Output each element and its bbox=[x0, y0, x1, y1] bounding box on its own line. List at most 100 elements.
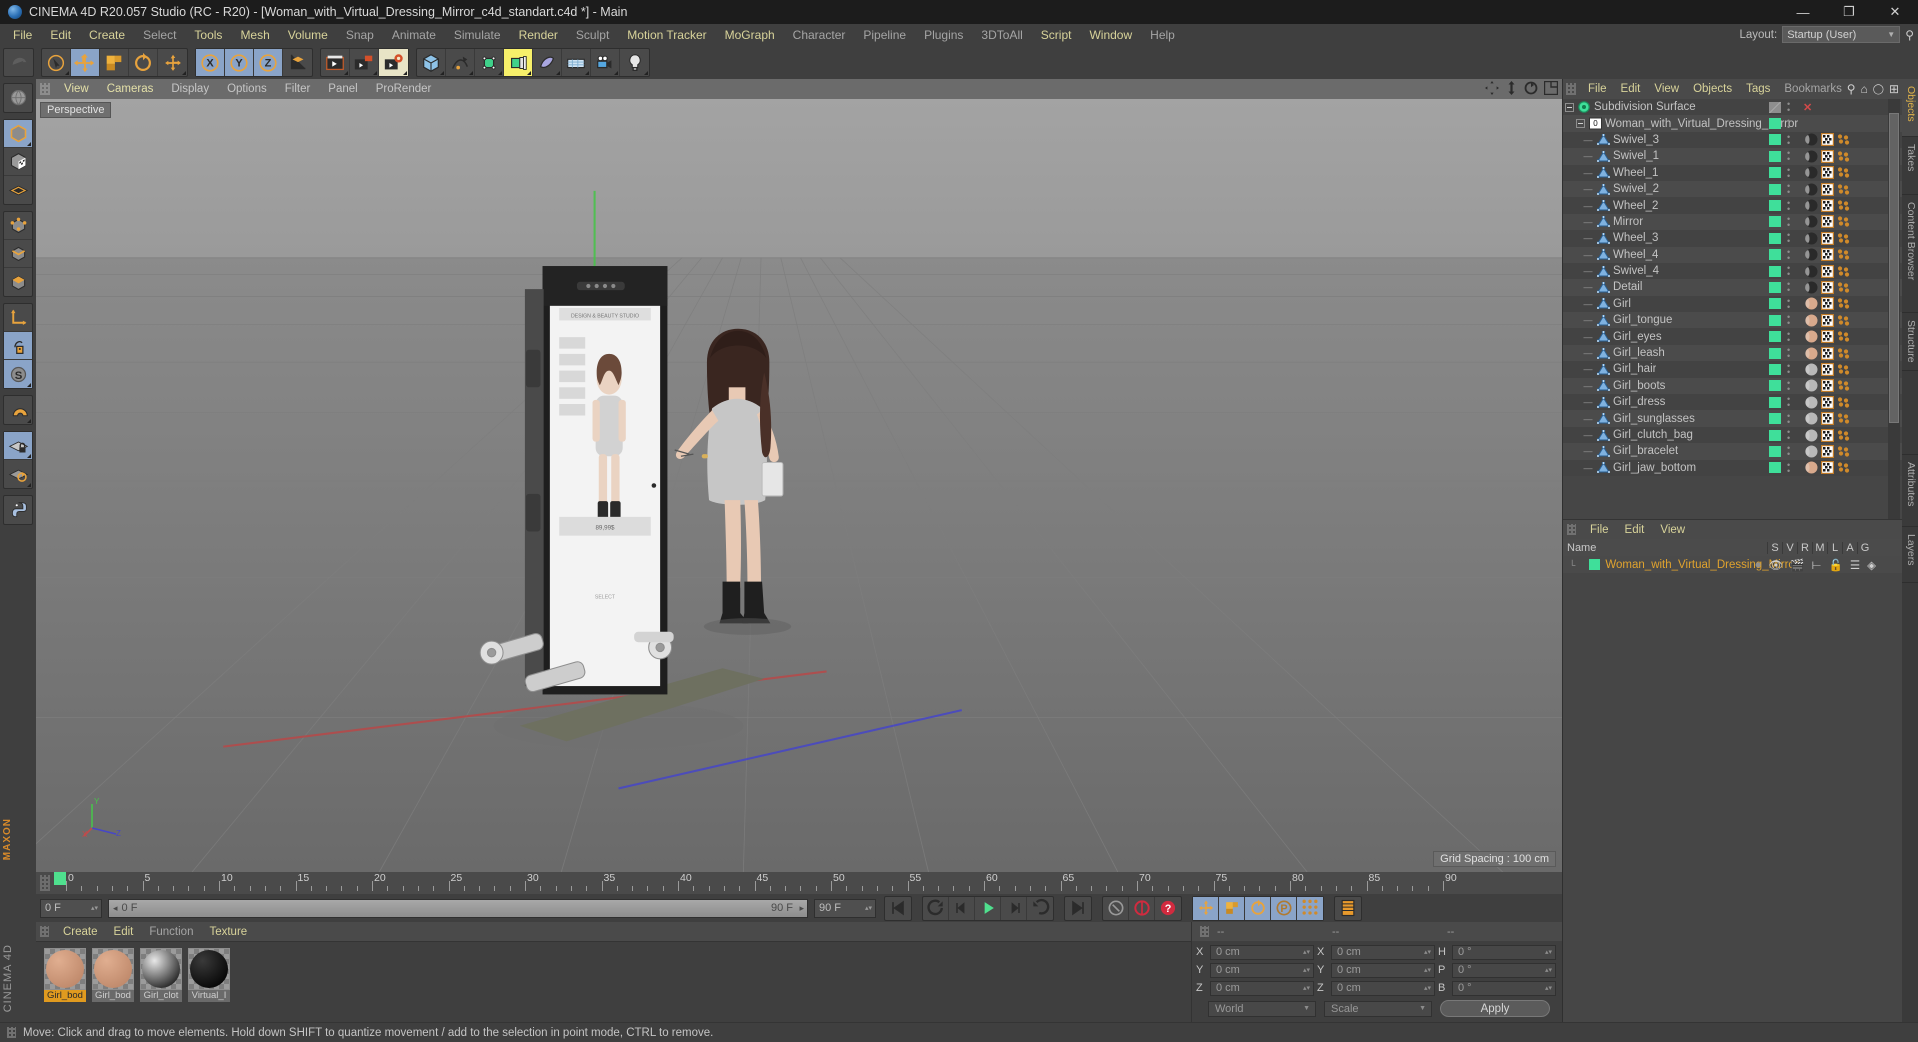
next-key-button[interactable] bbox=[1027, 897, 1053, 920]
axis-z-button[interactable]: Z bbox=[254, 49, 283, 76]
object-menu-objects[interactable]: Objects bbox=[1686, 83, 1739, 95]
object-row[interactable]: — Girl_clutch_bag • • bbox=[1563, 426, 1902, 444]
uvw-tag-icon[interactable] bbox=[1821, 297, 1834, 311]
light-button[interactable] bbox=[620, 49, 649, 76]
stepper-icon[interactable]: ▴▾ bbox=[1424, 949, 1431, 956]
visibility-dots-icon[interactable]: • • bbox=[1787, 411, 1790, 426]
object-row[interactable]: — Wheel_4 • • bbox=[1563, 246, 1902, 263]
layer-row[interactable]: └ Woman_with_Virtual_Dressing_Mirror ● 👁… bbox=[1563, 556, 1902, 573]
selection-tag-icon[interactable] bbox=[1837, 297, 1850, 310]
visibility-dots-icon[interactable]: • • bbox=[1787, 296, 1790, 311]
visibility-dots-icon[interactable]: • • bbox=[1787, 264, 1790, 279]
layer-list-body[interactable] bbox=[1563, 573, 1902, 1042]
object-menu-edit[interactable]: Edit bbox=[1614, 83, 1648, 95]
layer-column-R[interactable]: R bbox=[1797, 541, 1812, 554]
material-tag-icon[interactable] bbox=[1805, 314, 1818, 327]
material-tag-icon[interactable] bbox=[1805, 461, 1818, 474]
axis-x-button[interactable]: X bbox=[196, 49, 225, 76]
object-row[interactable]: — Girl_leash • • bbox=[1563, 344, 1902, 362]
key-parameter-button[interactable]: P bbox=[1271, 896, 1297, 920]
render-view-button[interactable] bbox=[321, 49, 350, 76]
menu-item-script[interactable]: Script bbox=[1032, 24, 1081, 46]
side-tab-objects[interactable]: Objects bbox=[1902, 79, 1918, 137]
object-row[interactable]: — Girl_jaw_bottom • • bbox=[1563, 459, 1902, 476]
object-row[interactable]: — Detail • • bbox=[1563, 279, 1902, 296]
stepper-icon[interactable]: ▴▾ bbox=[1424, 985, 1431, 992]
layer-color-indicator[interactable] bbox=[1769, 347, 1781, 359]
scale-tool-button[interactable] bbox=[100, 49, 129, 76]
search-icon[interactable]: ⚲ bbox=[1847, 82, 1856, 96]
object-row[interactable]: — Girl_boots • • bbox=[1563, 377, 1902, 395]
object-row[interactable]: — Girl • • bbox=[1563, 295, 1902, 313]
expand-collapse-toggle[interactable] bbox=[1565, 102, 1574, 112]
layer-color-indicator[interactable] bbox=[1769, 445, 1781, 457]
stepper-icon[interactable]: ▴▾ bbox=[1545, 949, 1552, 956]
camera-button[interactable] bbox=[591, 49, 620, 76]
move-tool-button[interactable] bbox=[71, 49, 100, 76]
rotate-tool-button[interactable] bbox=[129, 49, 158, 76]
object-row[interactable]: — Wheel_2 • • bbox=[1563, 197, 1902, 214]
selection-tag-icon[interactable] bbox=[1837, 330, 1850, 343]
object-row[interactable]: — Wheel_3 • • bbox=[1563, 230, 1902, 247]
uvw-tag-icon[interactable] bbox=[1821, 280, 1834, 294]
material-preview[interactable] bbox=[92, 948, 134, 990]
uvw-tag-icon[interactable] bbox=[1821, 248, 1834, 262]
uvw-tag-icon[interactable] bbox=[1821, 199, 1834, 213]
material-tag-icon[interactable] bbox=[1805, 183, 1818, 196]
object-row[interactable]: — Girl_bracelet • • bbox=[1563, 443, 1902, 460]
menu-item-create[interactable]: Create bbox=[80, 24, 134, 46]
scrollbar-thumb[interactable] bbox=[1889, 113, 1899, 423]
viewport-menu-view[interactable]: View bbox=[55, 83, 98, 95]
points-mode-button[interactable] bbox=[4, 212, 32, 240]
render-icon[interactable]: 🎬 bbox=[1790, 558, 1804, 572]
deformer-button[interactable] bbox=[533, 49, 562, 76]
side-tab-content-browser[interactable]: Content Browser bbox=[1902, 195, 1918, 313]
material-tag-icon[interactable] bbox=[1805, 363, 1818, 376]
object-row[interactable]: — Girl_dress • • bbox=[1563, 394, 1902, 411]
visibility-dots-icon[interactable]: • • bbox=[1787, 444, 1790, 459]
stepper-icon[interactable]: ▴▾ bbox=[1424, 967, 1431, 974]
menu-item-edit[interactable]: Edit bbox=[41, 24, 80, 46]
coord-position-field[interactable]: 0 cm ▴▾ bbox=[1210, 980, 1314, 996]
timeline-grip-icon[interactable] bbox=[40, 875, 50, 891]
layer-color-indicator[interactable] bbox=[1769, 167, 1781, 179]
object-tree[interactable]: Subdivision Surface • • ✕ 0 Woman_with_Virtua… bbox=[1563, 99, 1902, 519]
viewport-menu-prorender[interactable]: ProRender bbox=[367, 83, 441, 95]
menu-item-sculpt[interactable]: Sculpt bbox=[567, 24, 618, 46]
menu-item-pipeline[interactable]: Pipeline bbox=[854, 24, 915, 46]
object-row[interactable]: — Swivel_4 • • bbox=[1563, 262, 1902, 280]
stepper-icon[interactable]: ▴▾ bbox=[1303, 949, 1310, 956]
selection-tag-icon[interactable] bbox=[1837, 445, 1850, 458]
viewport-menu-display[interactable]: Display bbox=[162, 83, 218, 95]
side-tab-structure[interactable]: Structure bbox=[1902, 313, 1918, 371]
lock-icon[interactable]: 🔓 bbox=[1829, 558, 1843, 572]
viewport-menu-panel[interactable]: Panel bbox=[319, 83, 366, 95]
layer-color-indicator[interactable] bbox=[1769, 200, 1781, 212]
visibility-dots-icon[interactable]: • • bbox=[1787, 395, 1790, 410]
material-tag-icon[interactable] bbox=[1805, 429, 1818, 442]
menu-item-plugins[interactable]: Plugins bbox=[915, 24, 972, 46]
material-tag-icon[interactable] bbox=[1805, 215, 1818, 228]
menu-item-file[interactable]: File bbox=[4, 24, 41, 46]
render-region-button[interactable] bbox=[350, 49, 379, 76]
solo-icon[interactable]: ● bbox=[1755, 559, 1762, 571]
selection-tag-icon[interactable] bbox=[1837, 281, 1850, 294]
previous-frame-button[interactable] bbox=[949, 896, 975, 920]
panel-grip-icon[interactable] bbox=[40, 926, 49, 937]
material-tag-icon[interactable] bbox=[1805, 133, 1818, 146]
record-active-objects-button[interactable] bbox=[1129, 896, 1155, 920]
timeline-toggle-button[interactable] bbox=[1335, 897, 1361, 920]
texture-mode-button[interactable] bbox=[4, 148, 32, 176]
menu-item-window[interactable]: Window bbox=[1080, 24, 1141, 46]
world-object-axis-button[interactable] bbox=[283, 49, 312, 76]
current-frame-field[interactable]: 0 F ▴▾ bbox=[40, 898, 102, 918]
autokeying-button[interactable]: ? bbox=[1155, 897, 1181, 920]
visibility-dots-icon[interactable]: • • bbox=[1787, 116, 1790, 131]
close-icon[interactable]: ✕ bbox=[1803, 101, 1812, 114]
viewport-globe-button[interactable] bbox=[4, 84, 32, 112]
uvw-tag-icon[interactable] bbox=[1821, 313, 1834, 327]
material-item[interactable]: Virtual_I bbox=[188, 948, 230, 1002]
layer-column-V[interactable]: V bbox=[1782, 541, 1797, 554]
material-tag-icon[interactable] bbox=[1805, 281, 1818, 294]
coord-position-field[interactable]: 0 cm ▴▾ bbox=[1210, 944, 1314, 960]
